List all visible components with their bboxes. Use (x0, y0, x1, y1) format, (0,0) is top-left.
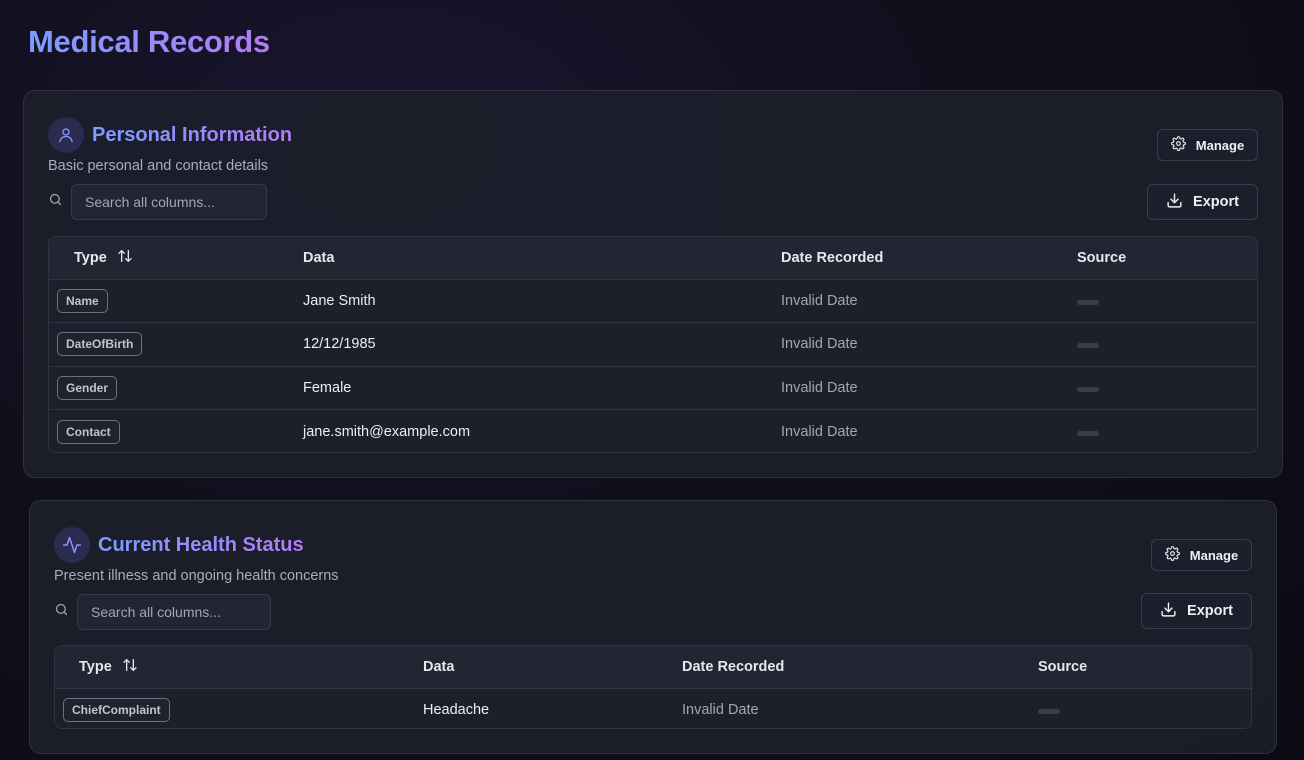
column-header-date-recorded: Date Recorded (682, 658, 785, 675)
card-title: Personal Information (92, 123, 293, 146)
search-bar (48, 184, 267, 220)
data-cell: 12/12/1985 (303, 336, 376, 353)
card-description: Present illness and ongoing health conce… (54, 568, 339, 584)
gear-icon (1164, 546, 1180, 564)
data-cell: Headache (423, 702, 490, 718)
column-header-type[interactable]: Type (49, 237, 303, 279)
records-table: Type Data Date Recorded Source ChiefComp… (54, 645, 1252, 729)
column-header-label: Type (74, 249, 107, 266)
card-title: Current Health Status (98, 533, 304, 556)
gear-icon (1170, 136, 1186, 154)
column-header-data: Data (423, 658, 455, 675)
manage-button[interactable]: Manage (1151, 539, 1252, 571)
table-row[interactable]: ChiefComplaint Headache Invalid Date (55, 688, 1251, 728)
search-input[interactable] (71, 184, 267, 220)
export-label: Export (1193, 194, 1239, 210)
table-row[interactable]: DateOfBirth 12/12/1985 Invalid Date (49, 322, 1257, 366)
page-title: Medical Records (28, 24, 270, 59)
manage-label: Manage (1195, 137, 1245, 153)
search-bar (54, 594, 271, 630)
personal-information-card: Personal Information Basic personal and … (23, 90, 1283, 478)
type-badge: DateOfBirth (57, 332, 143, 357)
download-icon (1160, 601, 1177, 622)
table-row[interactable]: Contact jane.smith@example.com Invalid D… (49, 409, 1257, 452)
sort-icon[interactable] (122, 657, 138, 677)
data-cell: jane.smith@example.com (303, 423, 471, 440)
export-button[interactable]: Export (1147, 184, 1258, 220)
type-badge: Name (57, 288, 108, 313)
user-icon (48, 117, 84, 153)
column-header-source: Source (1038, 658, 1088, 675)
type-badge: Contact (57, 419, 120, 444)
date-cell: Invalid Date (682, 702, 759, 718)
sort-icon[interactable] (117, 248, 133, 268)
card-description: Basic personal and contact details (48, 158, 269, 174)
source-placeholder (1077, 430, 1099, 436)
date-cell: Invalid Date (781, 379, 858, 396)
source-placeholder (1038, 709, 1060, 714)
download-icon (1166, 192, 1183, 213)
activity-icon (54, 527, 90, 563)
column-header-source: Source (1077, 249, 1127, 266)
column-header-date-recorded: Date Recorded (781, 249, 884, 266)
type-badge: Gender (57, 375, 118, 400)
search-input[interactable] (77, 594, 271, 630)
table-row[interactable]: Name Jane Smith Invalid Date (49, 279, 1257, 323)
date-cell: Invalid Date (781, 423, 858, 440)
source-placeholder (1077, 343, 1099, 349)
card-header: Current Health Status (54, 527, 304, 563)
type-badge: ChiefComplaint (63, 698, 170, 722)
column-header-type[interactable]: Type (55, 646, 423, 688)
column-header-label: Type (79, 658, 112, 675)
date-cell: Invalid Date (781, 336, 858, 353)
date-cell: Invalid Date (781, 292, 858, 309)
manage-button[interactable]: Manage (1157, 129, 1258, 161)
table-header-row: Type Data Date Recorded Source (49, 237, 1257, 279)
search-icon (54, 602, 69, 622)
column-header-data: Data (303, 249, 335, 266)
current-health-status-card: Current Health Status Present illness an… (29, 500, 1277, 754)
records-table: Type Data Date Recorded Source Name Jane… (48, 236, 1258, 453)
card-header: Personal Information (48, 117, 292, 153)
table-header-row: Type Data Date Recorded Source (55, 646, 1251, 688)
export-button[interactable]: Export (1141, 593, 1252, 629)
source-placeholder (1077, 299, 1099, 305)
search-icon (48, 192, 63, 212)
source-placeholder (1077, 386, 1099, 392)
table-row[interactable]: Gender Female Invalid Date (49, 366, 1257, 410)
data-cell: Jane Smith (303, 292, 376, 309)
data-cell: Female (303, 379, 352, 396)
export-label: Export (1187, 603, 1233, 619)
manage-label: Manage (1189, 547, 1239, 563)
